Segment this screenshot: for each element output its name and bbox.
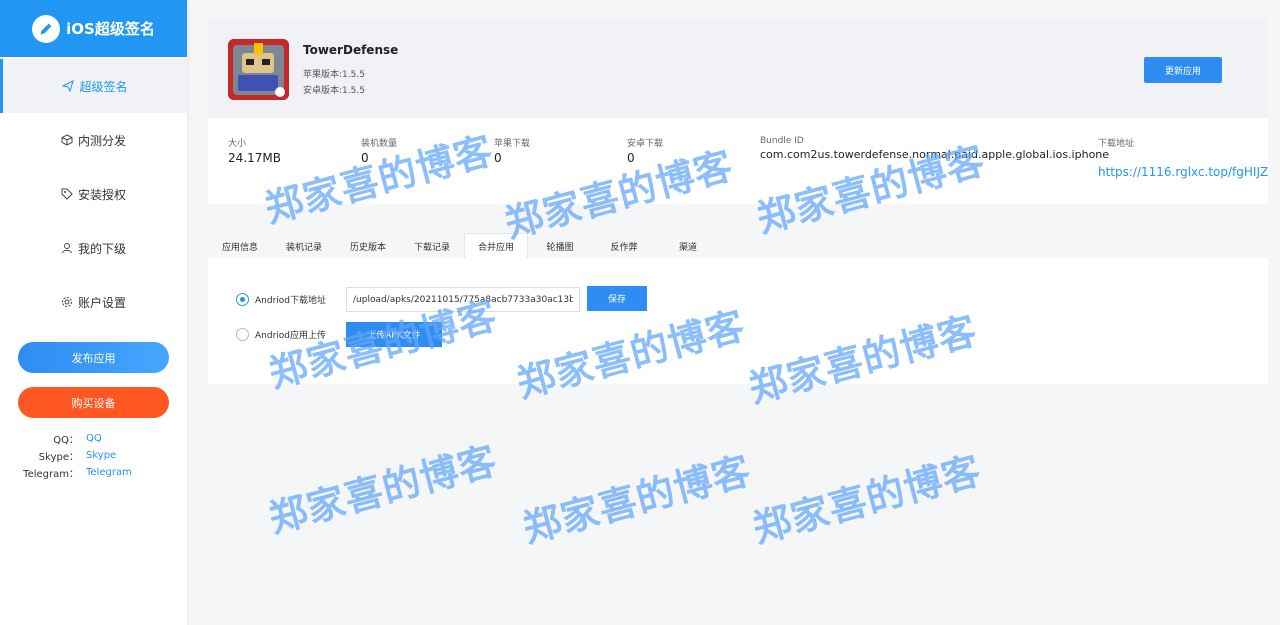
tab-anti-cheat[interactable]: 反作弊 [592,233,656,259]
radio-upload-apk[interactable] [236,328,249,341]
tag-icon [61,188,73,200]
contact-telegram: Telegram： Telegram [0,464,187,481]
tab-bar: 应用信息 装机记录 历史版本 下载记录 合并应用 轮播图 反作弊 渠道 [208,233,720,259]
stat-download-url: 下载地址 https://1116.rglxc.top/fgHIJZ [1098,136,1268,179]
watermark-text: 郑家喜的博客 [264,438,502,542]
update-app-button[interactable]: 更新应用 [1144,57,1222,83]
tab-download-records[interactable]: 下载记录 [400,233,464,259]
buy-device-button[interactable]: 购买设备 [18,387,169,418]
stat-label: 装机数量 [361,139,398,149]
upload-apk-button[interactable]: 上传APK文件 [346,322,442,347]
stat-bundle-id: Bundle ID com.com2us.towerdefense.normal… [760,136,1109,161]
contact-key: Skype： [38,452,79,463]
stat-ios-downloads: 苹果下载 0 [494,136,530,165]
sidebar-item-label: 账户设置 [77,295,126,310]
stat-android-downloads: 安卓下载 0 [627,136,663,165]
sidebar-item-beta-distribution[interactable]: 内测分发 [0,113,187,167]
tab-app-info[interactable]: 应用信息 [208,233,272,259]
android-version: 安卓版本:1.5.5 [303,86,365,96]
radio-download-url[interactable] [236,293,249,306]
gear-icon [61,296,73,308]
sidebar-item-subordinates[interactable]: 我的下级 [0,221,187,275]
option-upload-apk: Andriod应用上传 [236,328,326,341]
stat-installs: 装机数量 0 [361,136,397,165]
brand-header: iOS超级签名 [0,0,187,57]
contact-link[interactable]: Skype [79,450,116,461]
app-name: TowerDefense [303,43,399,57]
stat-value: com.com2us.towerdefense.normal.paid.appl… [760,148,1110,161]
stat-size: 大小 24.17MB [228,136,281,165]
tab-channel[interactable]: 渠道 [656,233,720,259]
contact-key: Telegram： [23,469,79,480]
send-icon [62,80,75,92]
android-url-input[interactable] [346,287,580,312]
radio-label: Andriod应用上传 [255,331,326,341]
merge-app-form: Andriod下载地址 保存 Andriod应用上传 上传APK文件 [208,258,1268,384]
stat-value: 24.17MB [228,151,281,165]
tab-install-records[interactable]: 装机记录 [272,233,336,259]
stat-label: 大小 [228,139,247,149]
sidebar: iOS超级签名 超级签名 内测分发 安装授权 我的下级 账户设置 发布应用 购买… [0,0,187,625]
watermark-text: 郑家喜的博客 [748,448,986,552]
cube-icon [61,134,73,146]
contact-list: QQ： QQ Skype： Skype Telegram： Telegram [0,430,187,481]
sidebar-item-label: 超级签名 [79,79,128,94]
stat-label: 苹果下载 [494,139,531,149]
app-header: TowerDefense 苹果版本:1.5.5 安卓版本:1.5.5 更新应用 [208,18,1268,118]
sidebar-item-super-sign[interactable]: 超级签名 [0,59,187,113]
sidebar-item-install-auth[interactable]: 安装授权 [0,167,187,221]
stat-label: 下载地址 [1098,139,1135,149]
tab-merge-app[interactable]: 合并应用 [464,233,528,259]
pencil-icon [32,14,61,43]
stat-label: 安卓下载 [627,139,664,149]
sidebar-item-account-settings[interactable]: 账户设置 [0,275,187,329]
contact-link[interactable]: Telegram [79,467,132,478]
radio-label: Andriod下载地址 [255,296,326,306]
user-icon [61,242,73,254]
brand-title: iOS超级签名 [66,20,155,38]
stat-label: Bundle ID [760,136,804,146]
publish-app-button[interactable]: 发布应用 [18,342,169,373]
contact-link[interactable]: QQ [79,433,102,444]
stat-value: 0 [627,151,635,165]
app-info-card: TowerDefense 苹果版本:1.5.5 安卓版本:1.5.5 更新应用 … [208,18,1268,204]
stat-value: 0 [361,151,369,165]
save-button[interactable]: 保存 [587,286,647,311]
app-icon [228,39,289,100]
contact-skype: Skype： Skype [0,447,187,464]
contact-qq: QQ： QQ [0,430,187,447]
sidebar-item-label: 安装授权 [77,187,126,202]
tab-carousel[interactable]: 轮播图 [528,233,592,259]
sidebar-item-label: 我的下级 [77,241,126,256]
watermark-text: 郑家喜的博客 [518,448,756,552]
contact-key: QQ： [53,435,79,446]
option-download-url: Andriod下载地址 [236,293,326,306]
ios-version: 苹果版本:1.5.5 [303,70,365,80]
tab-history-versions[interactable]: 历史版本 [336,233,400,259]
stat-value: 0 [494,151,502,165]
sidebar-item-label: 内测分发 [77,133,126,148]
download-url-link[interactable]: https://1116.rglxc.top/fgHIJZ [1098,165,1268,179]
